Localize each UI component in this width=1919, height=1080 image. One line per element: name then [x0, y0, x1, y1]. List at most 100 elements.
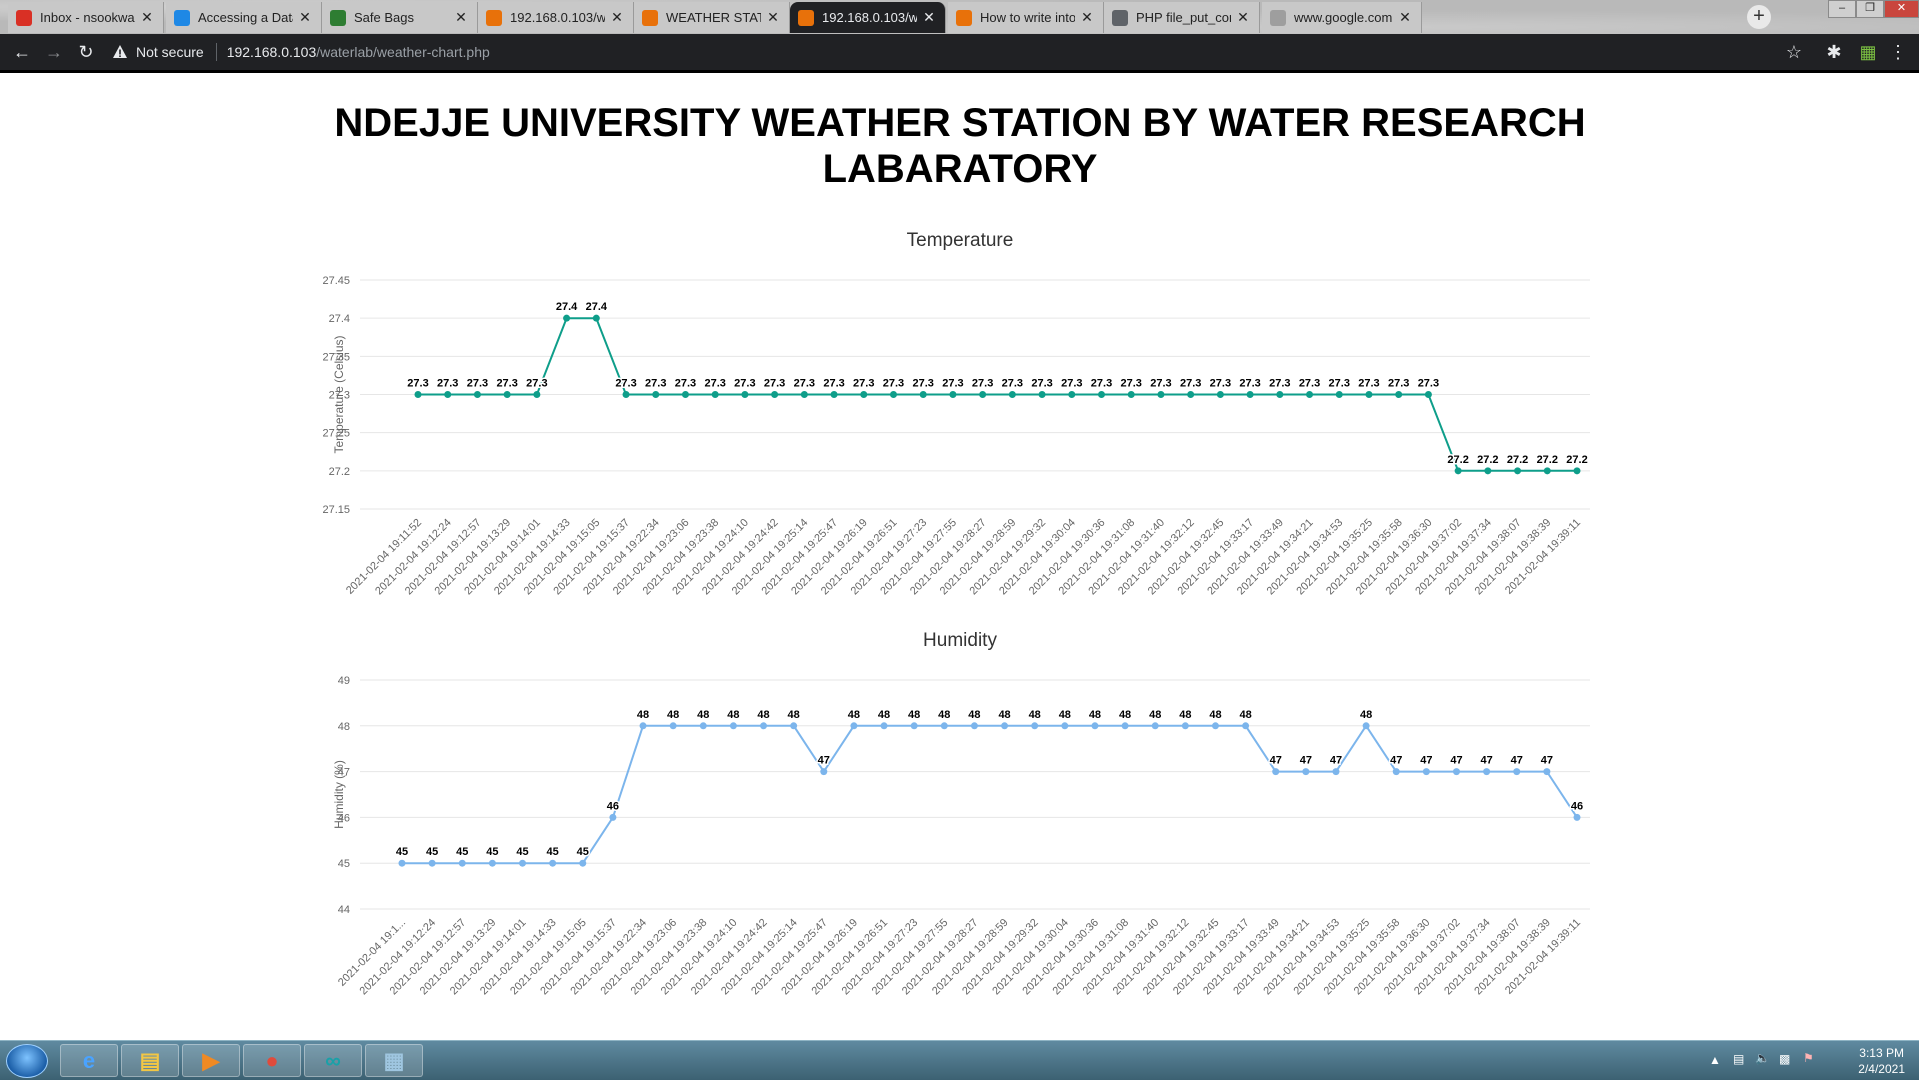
data-label: 45 [516, 846, 528, 858]
minimize-button[interactable]: – [1828, 0, 1856, 18]
data-label: 48 [878, 709, 890, 721]
browser-tab[interactable]: Safe Bags ✕ [322, 2, 478, 33]
data-point [1513, 768, 1521, 776]
data-point [1098, 391, 1106, 398]
tab-close-icon[interactable]: ✕ [1079, 9, 1095, 26]
internet-explorer-icon[interactable]: e [60, 1044, 118, 1077]
browser-tab[interactable]: How to write into a file ✕ [948, 2, 1104, 33]
data-point [579, 859, 587, 867]
data-label: 27.3 [1388, 378, 1409, 390]
browser-tab[interactable]: www.google.com ✕ [1262, 2, 1422, 33]
tab-title: Safe Bags [354, 10, 414, 25]
forward-arrow-icon[interactable]: → [44, 42, 64, 62]
data-label: 47 [1330, 755, 1342, 767]
arduino-icon[interactable]: ∞ [304, 1044, 362, 1077]
data-point [1068, 391, 1076, 398]
start-button[interactable] [6, 1044, 48, 1078]
tab-close-icon[interactable]: ✕ [139, 9, 155, 26]
windows-taskbar: e ▤ ▶ ● ∞ ▦ ▲ ▤ 🔈 ▩ ⚑ 3:13 PM 2/4/2021 [0, 1040, 1919, 1080]
data-label: 48 [1360, 709, 1372, 721]
tab-close-icon[interactable]: ✕ [609, 9, 625, 26]
address-bar[interactable]: Not secure 192.168.0.103/waterlab/weathe… [112, 38, 1782, 66]
data-label: 27.2 [1507, 454, 1528, 466]
data-point [1302, 768, 1310, 776]
extension-app-icon[interactable]: ▦ [1858, 42, 1878, 62]
volume-icon[interactable]: 🔈 [1755, 1051, 1770, 1065]
y-tick-label: 27.4 [329, 313, 350, 325]
data-label: 48 [1059, 709, 1071, 721]
data-label: 48 [848, 709, 860, 721]
data-label: 48 [1239, 709, 1251, 721]
data-point [622, 391, 630, 398]
data-label: 45 [426, 846, 438, 858]
data-point [1332, 768, 1340, 776]
data-label: 27.3 [1299, 378, 1320, 390]
temperature-chart: Temperature 27.15 27.2 27.25 27.3 27.35 27.4 2… [320, 230, 1600, 620]
y-tick-label: 44 [338, 904, 350, 916]
security-label[interactable]: Not secure [136, 44, 204, 60]
data-label: 27.3 [942, 378, 963, 390]
page-icon [956, 9, 972, 26]
data-point [1121, 722, 1129, 730]
extensions-icon[interactable]: ✱ [1824, 42, 1844, 62]
data-point [1395, 391, 1403, 398]
tab-close-icon[interactable]: ✕ [453, 9, 469, 26]
browser-tab[interactable]: PHP file_put_contents() ✕ [1104, 2, 1260, 33]
data-point [1211, 722, 1219, 730]
show-hidden-icons-icon[interactable]: ▲ [1709, 1053, 1721, 1067]
data-label: 47 [1300, 755, 1312, 767]
file-explorer-icon[interactable]: ▤ [121, 1044, 179, 1077]
data-label: 48 [1179, 709, 1191, 721]
tab-title: 192.168.0.103/waterlab/ [510, 10, 605, 25]
new-tab-button[interactable]: + [1747, 5, 1771, 29]
data-label: 45 [396, 846, 408, 858]
media-player-icon[interactable]: ▶ [182, 1044, 240, 1077]
tab-strip: Inbox - nsookwaivan@g✕Accessing a Databa… [0, 0, 1919, 34]
data-point [1157, 391, 1165, 398]
data-label: 48 [938, 709, 950, 721]
y-tick-label: 48 [338, 721, 350, 733]
menu-icon[interactable]: ⋮ [1888, 42, 1908, 62]
action-center-icon[interactable]: ⚑ [1803, 1051, 1814, 1065]
tab-title: WEATHER STATION DA [666, 10, 761, 25]
data-point [669, 722, 677, 730]
tab-close-icon[interactable]: ✕ [1235, 9, 1251, 26]
clock[interactable]: 3:13 PM 2/4/2021 [1858, 1045, 1905, 1077]
tab-close-icon[interactable]: ✕ [1397, 9, 1413, 26]
browser-tab[interactable]: Accessing a Database U ✕ [166, 2, 322, 33]
chrome-icon[interactable]: ● [243, 1044, 301, 1077]
browser-tab[interactable]: 192.168.0.103/waterlab ✕ [790, 2, 946, 33]
control-panel-icon[interactable]: ▦ [365, 1044, 423, 1077]
data-label: 27.3 [734, 378, 755, 390]
data-point [533, 391, 541, 398]
browser-tab[interactable]: WEATHER STATION DA ✕ [634, 2, 790, 33]
data-label: 48 [637, 709, 649, 721]
data-point [1246, 391, 1254, 398]
tab-close-icon[interactable]: ✕ [921, 9, 937, 26]
bookmark-star-icon[interactable]: ☆ [1784, 42, 1804, 62]
browser-tab[interactable]: 192.168.0.103/waterlab/ ✕ [478, 2, 634, 33]
file-explorer-icon-glyph: ▤ [139, 1047, 161, 1073]
y-tick-label: 45 [338, 858, 350, 870]
chrome-icon-glyph: ● [265, 1047, 279, 1073]
back-arrow-icon[interactable]: ← [12, 42, 32, 62]
data-label: 48 [667, 709, 679, 721]
browser-tab[interactable]: Inbox - nsookwaivan@g ✕ [8, 2, 164, 33]
data-point [1335, 391, 1343, 398]
restore-button[interactable]: ❐ [1856, 0, 1884, 18]
data-point [1306, 391, 1314, 398]
close-window-button[interactable]: ✕ [1884, 0, 1919, 18]
data-point [1181, 722, 1189, 730]
data-label: 48 [757, 709, 769, 721]
data-point [1031, 722, 1039, 730]
tab-close-icon[interactable]: ✕ [297, 9, 313, 26]
tab-close-icon[interactable]: ✕ [765, 9, 781, 26]
clock-date: 2/4/2021 [1858, 1062, 1905, 1076]
humidity-chart: Humidity 44 45 46 47 48 49 Humidity (%) 45 45 45 4… [320, 630, 1600, 1030]
reload-icon[interactable]: ↻ [76, 42, 96, 62]
data-point [1187, 391, 1195, 398]
signal-icon[interactable]: ▩ [1779, 1052, 1790, 1066]
arduino-icon-glyph: ∞ [325, 1047, 341, 1073]
network-icon[interactable]: ▤ [1733, 1052, 1744, 1066]
server-icon [486, 9, 502, 26]
